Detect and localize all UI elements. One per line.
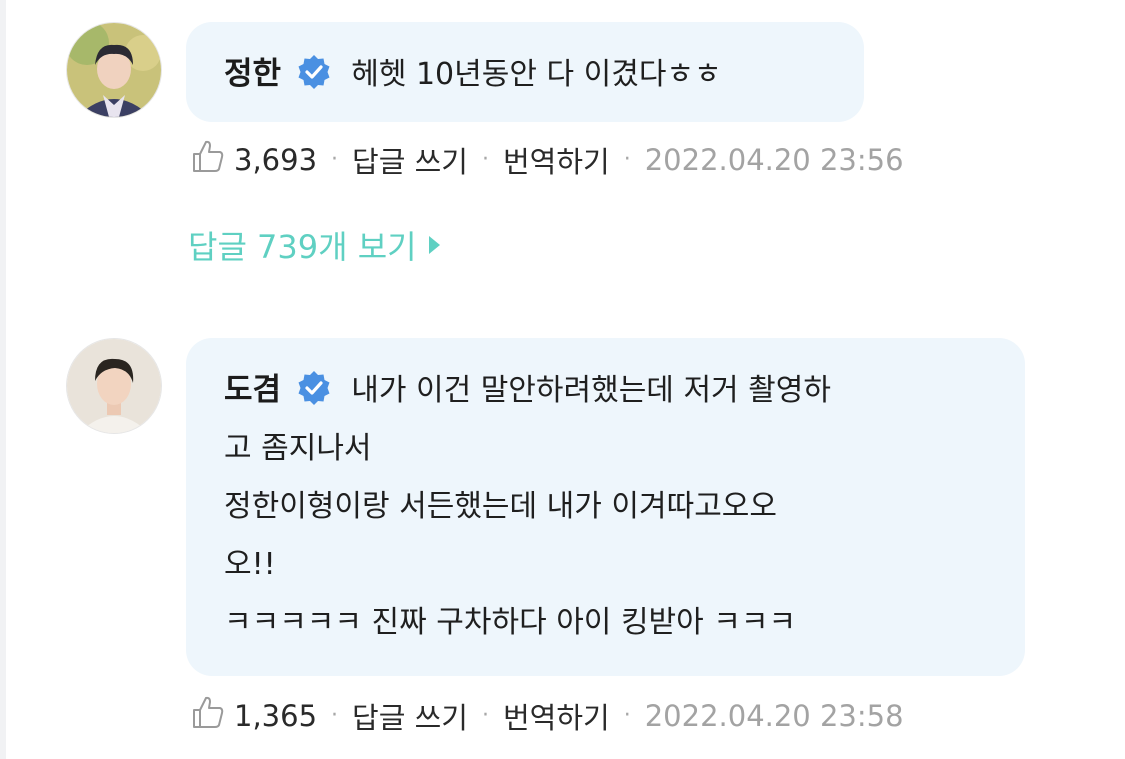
separator-dot: · — [623, 703, 631, 728]
comment-text-line: 오!! — [224, 547, 276, 582]
avatar[interactable] — [66, 338, 162, 434]
comment-meta: 1,365 · 답글 쓰기 · 번역하기 · 2022.04.20 23:58 — [190, 694, 904, 737]
verified-badge-icon — [296, 54, 332, 94]
translate-button[interactable]: 번역하기 — [503, 695, 610, 737]
like-count: 3,693 — [234, 142, 318, 177]
thumbs-up-icon[interactable] — [190, 138, 226, 181]
view-replies-label: 답글 739개 보기 — [188, 228, 417, 266]
comment-text-line: 정한이형이랑 서든했는데 내가 이겨따고오오 — [224, 489, 778, 524]
reply-button[interactable]: 답글 쓰기 — [352, 695, 468, 737]
comment-bubble: 도겸 내가 이건 말안하려했는데 저거 촬영하 고 좀지나서 정한이형이랑 서든… — [186, 338, 1025, 676]
comment-meta: 3,693 · 답글 쓰기 · 번역하기 · 2022.04.20 23:56 — [190, 138, 904, 181]
translate-button[interactable]: 번역하기 — [503, 139, 610, 181]
play-triangle-icon — [428, 236, 440, 254]
reply-button[interactable]: 답글 쓰기 — [352, 139, 468, 181]
left-rail — [0, 0, 6, 759]
comment-timestamp: 2022.04.20 23:58 — [644, 698, 904, 733]
view-replies-link[interactable]: 답글 739개 보기 — [188, 222, 440, 268]
comment-text-line: 고 좀지나서 — [224, 431, 372, 466]
comment-timestamp: 2022.04.20 23:56 — [644, 142, 904, 177]
thumbs-up-icon[interactable] — [190, 694, 226, 737]
comment-author[interactable]: 도겸 — [224, 372, 281, 408]
separator-dot: · — [481, 703, 489, 728]
separator-dot: · — [331, 703, 339, 728]
comment-text-line: ㅋㅋㅋㅋㅋ 진짜 구차하다 아이 킹받아 ㅋㅋㅋ — [224, 605, 797, 640]
comment-text: 헤헷 10년동안 다 이겼다ㅎㅎ — [351, 57, 722, 92]
separator-dot: · — [331, 147, 339, 172]
comment-author[interactable]: 정한 — [224, 56, 281, 92]
avatar[interactable] — [66, 22, 162, 118]
comment-bubble: 정한 헤헷 10년동안 다 이겼다ㅎㅎ — [186, 22, 864, 122]
separator-dot: · — [481, 147, 489, 172]
comment-text-line: 내가 이건 말안하려했는데 저거 촬영하 — [351, 373, 831, 408]
verified-badge-icon — [296, 370, 332, 410]
like-count: 1,365 — [234, 698, 318, 733]
separator-dot: · — [623, 147, 631, 172]
